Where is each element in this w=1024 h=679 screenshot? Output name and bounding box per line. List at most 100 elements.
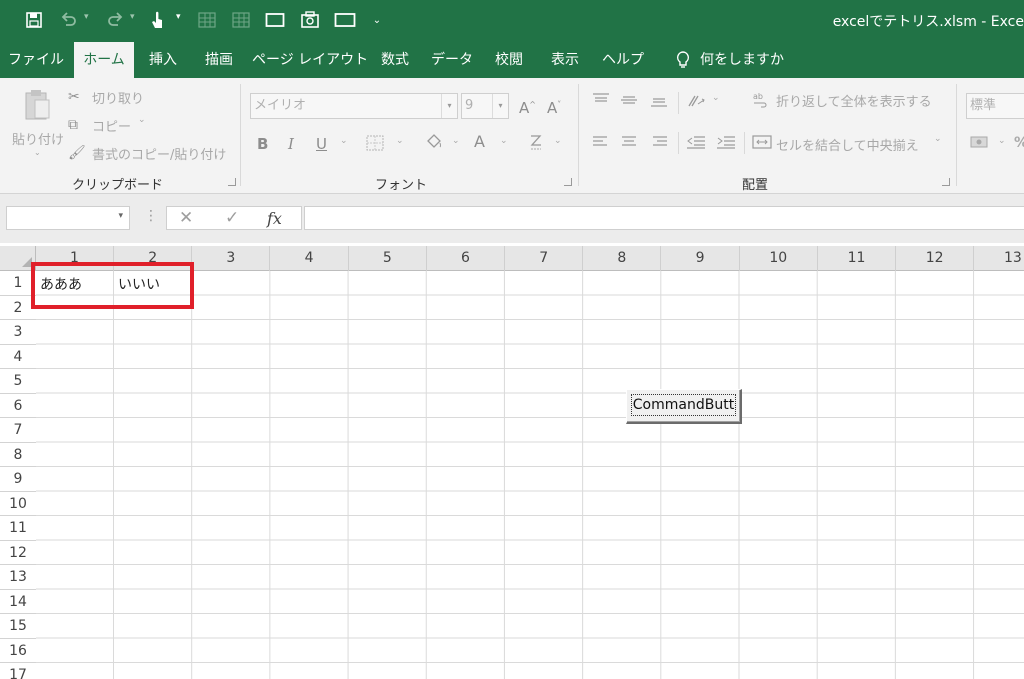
tab-home[interactable]: ホーム bbox=[74, 42, 134, 78]
cancel-icon[interactable]: ✕ bbox=[179, 208, 193, 228]
form-icon[interactable] bbox=[264, 8, 286, 32]
column-header[interactable]: 3 bbox=[192, 246, 271, 271]
scissors-icon[interactable]: ✂ bbox=[68, 88, 80, 106]
touch-mode-icon[interactable] bbox=[146, 8, 168, 32]
column-header[interactable]: 11 bbox=[818, 246, 896, 271]
align-top-icon[interactable] bbox=[592, 92, 610, 113]
format-painter-icon[interactable]: 🖌 bbox=[68, 144, 86, 162]
merge-center-button[interactable]: セルを結合して中央揃え bbox=[776, 135, 919, 154]
tell-me-search[interactable]: 何をしますか bbox=[700, 42, 784, 78]
row-header[interactable]: 11 bbox=[0, 516, 36, 541]
row-header[interactable]: 8 bbox=[0, 443, 36, 467]
row-header[interactable]: 16 bbox=[0, 639, 36, 663]
tab-review[interactable]: 校閲 bbox=[486, 42, 532, 78]
row-header[interactable]: 7 bbox=[0, 418, 36, 443]
chevron-down-icon[interactable]: ⌄ bbox=[998, 136, 1006, 146]
wrap-text-icon[interactable]: ab bbox=[752, 90, 770, 113]
tab-help[interactable]: ヘルプ bbox=[598, 42, 648, 78]
column-header[interactable]: 12 bbox=[896, 246, 975, 271]
percent-icon[interactable]: % bbox=[1014, 134, 1024, 152]
align-bottom-icon[interactable] bbox=[650, 92, 668, 113]
dialog-launcher-icon[interactable] bbox=[942, 178, 950, 186]
cell-area[interactable] bbox=[36, 271, 1024, 679]
rectangle-icon[interactable] bbox=[332, 8, 358, 32]
paste-icon[interactable] bbox=[22, 88, 52, 126]
column-header[interactable]: 4 bbox=[271, 246, 349, 271]
column-header[interactable]: 7 bbox=[505, 246, 584, 271]
fill-color-icon[interactable] bbox=[424, 133, 444, 156]
column-header[interactable]: 13 bbox=[974, 246, 1024, 271]
row-header[interactable]: 6 bbox=[0, 394, 36, 418]
borders-icon[interactable] bbox=[366, 135, 384, 156]
drag-handle-icon[interactable]: ⋮ bbox=[144, 208, 158, 224]
tab-page-layout[interactable]: ページ レイアウト bbox=[252, 42, 368, 78]
merge-center-icon[interactable] bbox=[752, 134, 772, 155]
cut-button[interactable]: 切り取り bbox=[92, 88, 144, 107]
lightbulb-icon[interactable] bbox=[672, 42, 694, 78]
name-box[interactable]: ▾ bbox=[6, 206, 130, 230]
insert-function-icon[interactable]: fx bbox=[267, 209, 282, 228]
row-header[interactable]: 3 bbox=[0, 320, 36, 345]
tab-insert[interactable]: 挿入 bbox=[140, 42, 186, 78]
tab-view[interactable]: 表示 bbox=[542, 42, 588, 78]
chevron-down-icon[interactable]: ⌄ bbox=[500, 136, 508, 146]
save-icon[interactable] bbox=[22, 8, 46, 32]
redo-icon[interactable] bbox=[104, 8, 126, 32]
row-header[interactable]: 15 bbox=[0, 614, 36, 639]
chevron-down-icon[interactable]: ⌄ bbox=[396, 136, 404, 146]
dialog-launcher-icon[interactable] bbox=[564, 178, 572, 186]
tab-draw[interactable]: 描画 bbox=[196, 42, 242, 78]
font-color-button[interactable]: A bbox=[474, 133, 485, 151]
camera-icon[interactable] bbox=[298, 8, 322, 32]
grow-font-button[interactable]: A^ bbox=[519, 96, 536, 117]
phonetic-guide-icon[interactable] bbox=[528, 133, 544, 158]
row-header[interactable]: 13 bbox=[0, 565, 36, 590]
formula-input[interactable] bbox=[304, 206, 1024, 230]
align-right-icon[interactable] bbox=[650, 134, 668, 155]
chevron-down-icon[interactable]: ⌄ bbox=[554, 136, 562, 146]
italic-button[interactable]: I bbox=[288, 135, 294, 153]
enter-icon[interactable]: ✓ bbox=[225, 208, 239, 228]
increase-indent-icon[interactable] bbox=[716, 134, 736, 155]
align-center-icon[interactable] bbox=[620, 134, 638, 155]
column-header[interactable]: 10 bbox=[740, 246, 818, 271]
chevron-down-icon[interactable]: ⌄ bbox=[934, 134, 942, 144]
orientation-icon[interactable] bbox=[686, 92, 706, 115]
chevron-down-icon[interactable]: ⌄ bbox=[712, 93, 720, 103]
number-format-select[interactable]: 標準 bbox=[966, 93, 1024, 119]
dialog-launcher-icon[interactable] bbox=[228, 178, 236, 186]
column-header[interactable]: 9 bbox=[662, 246, 740, 271]
row-header[interactable]: 10 bbox=[0, 492, 36, 516]
currency-format-icon[interactable] bbox=[970, 134, 990, 155]
column-header[interactable]: 5 bbox=[349, 246, 427, 271]
wrap-text-button[interactable]: 折り返して全体を表示する bbox=[776, 91, 932, 110]
row-header[interactable]: 4 bbox=[0, 345, 36, 369]
table-icon[interactable] bbox=[230, 8, 252, 32]
bold-button[interactable]: B bbox=[257, 135, 268, 153]
table-icon[interactable] bbox=[196, 8, 218, 32]
paste-button[interactable]: 貼り付け bbox=[12, 129, 64, 148]
row-header[interactable]: 17 bbox=[0, 663, 36, 679]
column-header[interactable]: 6 bbox=[427, 246, 505, 271]
copy-icon[interactable]: ⧉ bbox=[68, 116, 78, 134]
align-left-icon[interactable] bbox=[592, 134, 610, 155]
row-header[interactable]: 9 bbox=[0, 467, 36, 492]
row-header[interactable]: 14 bbox=[0, 590, 36, 614]
chevron-down-icon[interactable]: ⌄ bbox=[340, 136, 348, 146]
underline-button[interactable]: U bbox=[316, 135, 327, 153]
row-header[interactable]: 12 bbox=[0, 541, 36, 565]
align-middle-icon[interactable] bbox=[620, 92, 638, 113]
format-painter-button[interactable]: 書式のコピー/貼り付け bbox=[92, 144, 226, 163]
shrink-font-button[interactable]: A˅ bbox=[547, 96, 561, 117]
row-header[interactable]: 5 bbox=[0, 369, 36, 394]
chevron-down-icon[interactable]: ⌄ bbox=[138, 115, 146, 125]
chevron-down-icon[interactable]: ⌄ bbox=[452, 136, 460, 146]
tab-formulas[interactable]: 数式 bbox=[372, 42, 418, 78]
undo-icon[interactable] bbox=[58, 8, 80, 32]
column-header[interactable]: 8 bbox=[583, 246, 662, 271]
command-button[interactable]: CommandButt bbox=[626, 389, 742, 424]
decrease-indent-icon[interactable] bbox=[686, 134, 706, 155]
customize-icon[interactable]: ⌄ bbox=[370, 8, 384, 32]
tab-file[interactable]: ファイル bbox=[6, 42, 66, 78]
copy-button[interactable]: コピー bbox=[92, 116, 131, 135]
